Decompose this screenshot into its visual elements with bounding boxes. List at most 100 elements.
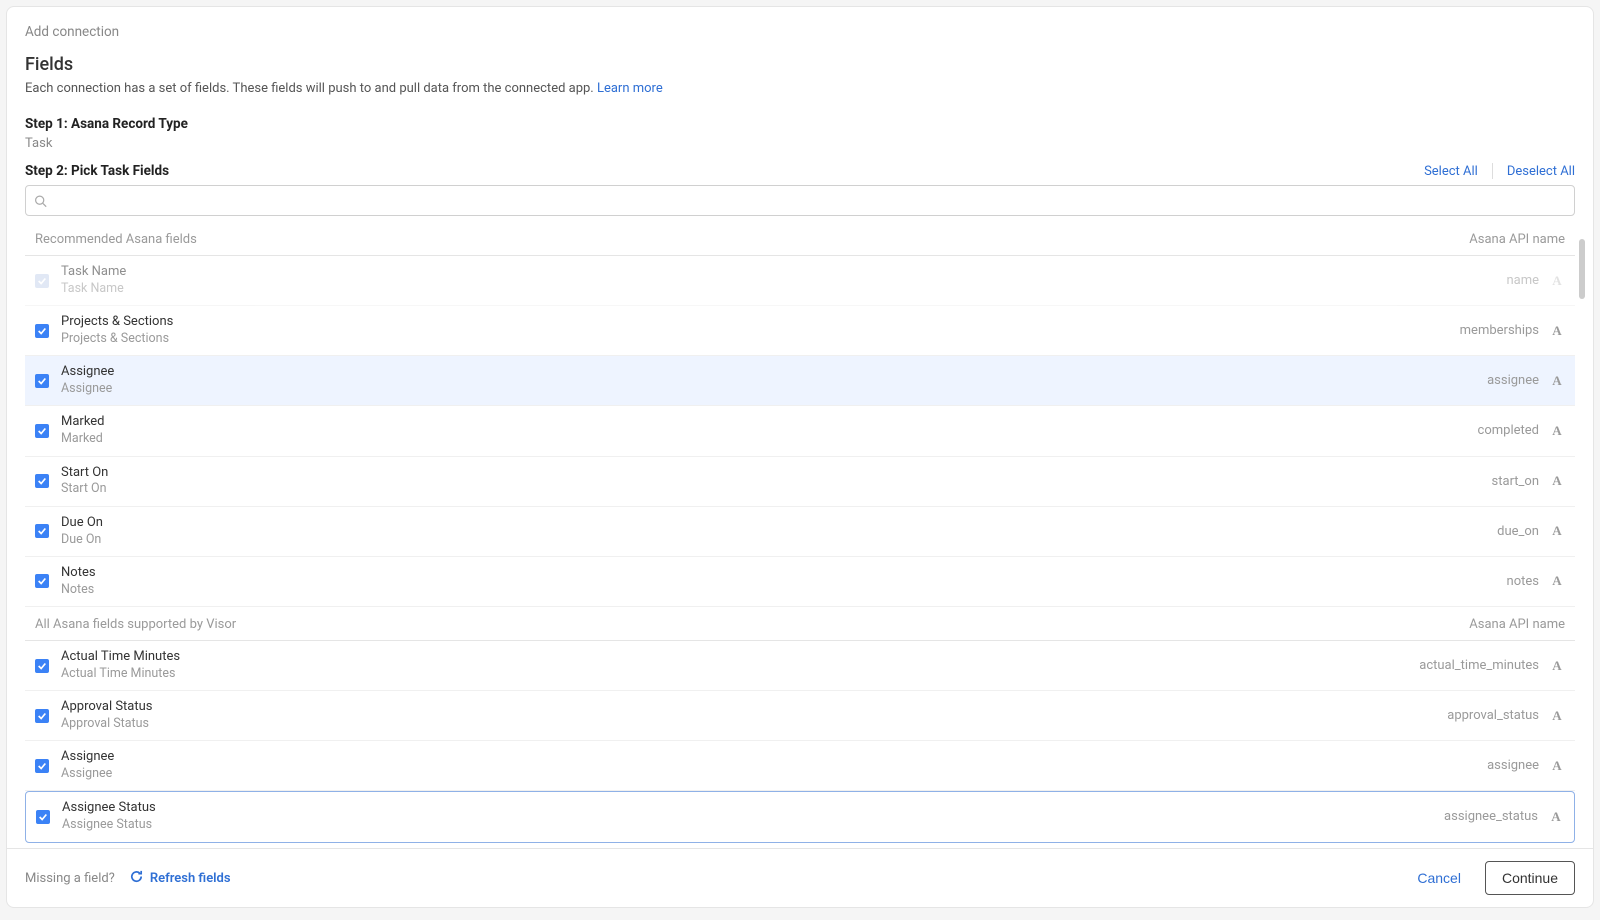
asana-icon: A [1549, 473, 1565, 489]
search-box [25, 185, 1575, 216]
checkbox[interactable] [35, 659, 49, 673]
field-text: Due On Due On [61, 515, 1497, 548]
learn-more-link[interactable]: Learn more [597, 81, 663, 96]
field-sub-label: Due On [61, 532, 1497, 548]
field-row[interactable]: Assignee Status Assignee Status assignee… [25, 791, 1575, 842]
section-title: Recommended Asana fields [35, 232, 197, 247]
asana-icon: A [1549, 373, 1565, 389]
field-row[interactable]: Assignee Assignee assignee A [25, 356, 1575, 406]
field-text: Task Name Task Name [61, 264, 1506, 297]
asana-icon: A [1549, 573, 1565, 589]
field-api-name: actual_time_minutes [1419, 658, 1539, 673]
scrollbar-thumb[interactable] [1579, 239, 1585, 299]
field-api-name: assignee [1487, 373, 1539, 388]
field-sub-label: Projects & Sections [61, 331, 1460, 347]
field-api-name: assignee [1487, 758, 1539, 773]
fields-list[interactable]: Recommended Asana fields Asana API name … [7, 222, 1593, 848]
search-input[interactable] [25, 185, 1575, 216]
field-row[interactable]: Approval Status Approval Status approval… [25, 691, 1575, 741]
field-name-label: Due On [61, 515, 1497, 532]
field-row[interactable]: Projects & Sections Projects & Sections … [25, 306, 1575, 356]
field-sub-label: Start On [61, 481, 1492, 497]
cancel-button[interactable]: Cancel [1405, 862, 1473, 894]
modal-footer: Missing a field? Refresh fields Cancel C… [7, 848, 1593, 907]
deselect-all-link[interactable]: Deselect All [1507, 164, 1575, 179]
field-sub-label: Assignee Status [62, 817, 1444, 833]
field-sub-label: Assignee [61, 381, 1487, 397]
field-name-label: Task Name [61, 264, 1506, 281]
field-name-label: Approval Status [61, 699, 1447, 716]
footer-left: Missing a field? Refresh fields [25, 869, 231, 888]
scrollbar[interactable] [1579, 239, 1585, 847]
field-name-label: Assignee Status [62, 800, 1444, 817]
field-text: Approval Status Approval Status [61, 699, 1447, 732]
field-api-name: memberships [1460, 323, 1539, 338]
asana-icon: A [1549, 423, 1565, 439]
field-name-label: Assignee [61, 749, 1487, 766]
checkbox[interactable] [35, 474, 49, 488]
checkbox[interactable] [35, 324, 49, 338]
field-row[interactable]: Actual Time Minutes Actual Time Minutes … [25, 641, 1575, 691]
step1-value: Task [25, 136, 1575, 151]
field-sub-label: Assignee [61, 766, 1487, 782]
field-text: Marked Marked [61, 414, 1478, 447]
field-text: Actual Time Minutes Actual Time Minutes [61, 649, 1419, 682]
field-row[interactable]: Marked Marked completed A [25, 406, 1575, 456]
separator [1492, 163, 1493, 179]
checkbox[interactable] [35, 574, 49, 588]
asana-icon: A [1549, 658, 1565, 674]
select-all-link[interactable]: Select All [1424, 164, 1478, 179]
section-header-all: All Asana fields supported by Visor Asan… [25, 607, 1575, 641]
refresh-icon [129, 869, 144, 888]
step2-header: Step 2: Pick Task Fields Select All Dese… [7, 157, 1593, 185]
asana-icon: A [1549, 708, 1565, 724]
refresh-fields-button[interactable]: Refresh fields [129, 869, 231, 888]
field-api-name: completed [1478, 423, 1539, 438]
section-api-header: Asana API name [1469, 617, 1565, 632]
step1: Step 1: Asana Record Type Task [7, 110, 1593, 157]
field-name-label: Marked [61, 414, 1478, 431]
field-api-name: due_on [1497, 524, 1539, 539]
field-text: Assignee Assignee [61, 749, 1487, 782]
checkbox[interactable] [35, 374, 49, 388]
section-title: All Asana fields supported by Visor [35, 617, 236, 632]
checkbox[interactable] [35, 524, 49, 538]
field-sub-label: Actual Time Minutes [61, 666, 1419, 682]
refresh-label: Refresh fields [150, 871, 231, 886]
field-text: Assignee Status Assignee Status [62, 800, 1444, 833]
field-row[interactable]: Start On Start On start_on A [25, 457, 1575, 507]
step2-label: Step 2: Pick Task Fields [25, 163, 169, 179]
field-row[interactable]: Task Name Task Name name A [25, 256, 1575, 306]
field-api-name: name [1506, 273, 1539, 288]
field-name-label: Projects & Sections [61, 314, 1460, 331]
asana-icon: A [1549, 323, 1565, 339]
checkbox[interactable] [35, 759, 49, 773]
checkbox[interactable] [35, 424, 49, 438]
field-row[interactable]: Due On Due On due_on A [25, 507, 1575, 557]
checkbox [35, 274, 49, 288]
field-name-label: Assignee [61, 364, 1487, 381]
modal-header: Add connection [7, 7, 1593, 54]
field-sub-label: Approval Status [61, 716, 1447, 732]
asana-icon: A [1549, 273, 1565, 289]
intro-text: Each connection has a set of fields. The… [25, 81, 1575, 96]
continue-button[interactable]: Continue [1485, 861, 1575, 895]
field-sub-label: Notes [61, 582, 1507, 598]
field-text: Assignee Assignee [61, 364, 1487, 397]
select-actions: Select All Deselect All [1424, 163, 1575, 179]
step1-label: Step 1: Asana Record Type [25, 116, 1575, 132]
asana-icon: A [1549, 758, 1565, 774]
checkbox[interactable] [35, 709, 49, 723]
intro-section: Fields Each connection has a set of fiel… [7, 54, 1593, 110]
footer-right: Cancel Continue [1405, 861, 1575, 895]
checkbox[interactable] [36, 810, 50, 824]
field-row[interactable]: Assignee Assignee assignee A [25, 741, 1575, 791]
close-button[interactable] [1567, 17, 1575, 46]
page-title: Fields [25, 54, 1575, 75]
missing-field-label: Missing a field? [25, 871, 115, 886]
field-row[interactable]: Notes Notes notes A [25, 557, 1575, 607]
add-connection-modal: Add connection Fields Each connection ha… [6, 6, 1594, 908]
field-api-name: start_on [1492, 474, 1539, 489]
modal-title: Add connection [25, 24, 119, 40]
field-name-label: Actual Time Minutes [61, 649, 1419, 666]
